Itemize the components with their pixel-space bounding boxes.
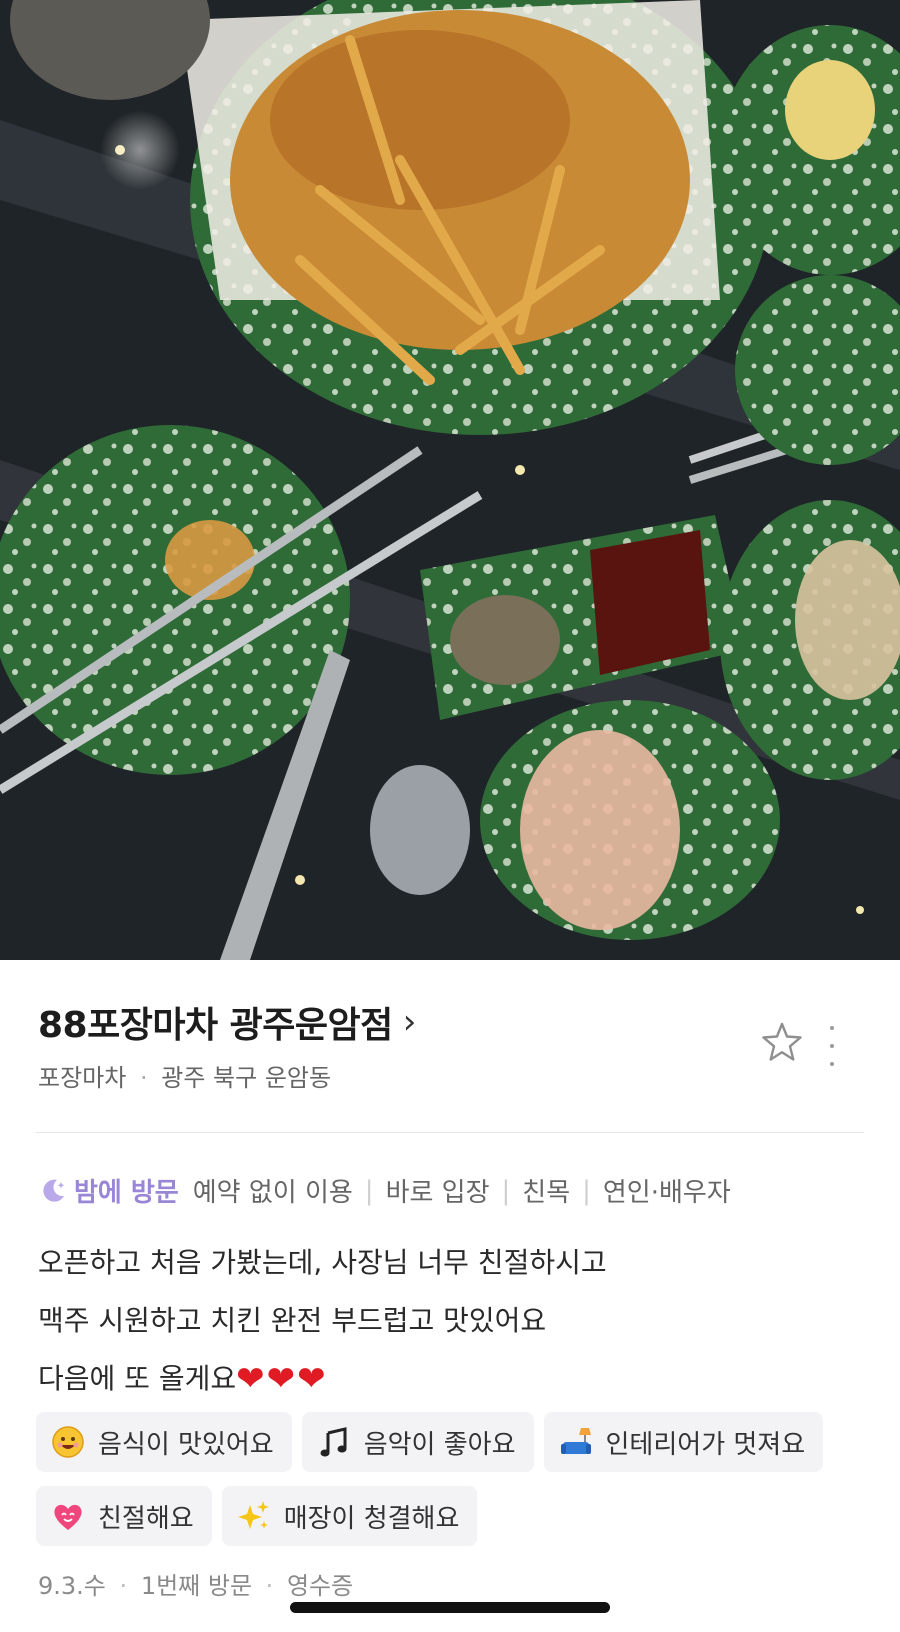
sparkles-icon	[236, 1498, 272, 1534]
review-line: 오픈하고 처음 가봤는데, 사장님 너무 친절하시고	[38, 1246, 607, 1279]
more-dot-icon	[830, 1062, 834, 1066]
keyword-chip: 음악이 좋아요	[301, 1412, 534, 1472]
visit-date: 9.3.수	[38, 1572, 106, 1600]
chevron-right-icon: ›	[402, 1002, 417, 1042]
visit-meta: 9.3.수 · 1번째 방문 · 영수증	[38, 1566, 353, 1601]
moon-icon	[43, 1179, 65, 1202]
visit-tag: 연인·배우자	[602, 1178, 731, 1208]
hearts-emoji: ❤❤❤	[236, 1359, 328, 1399]
music-note-icon	[316, 1424, 352, 1460]
heart-face-icon	[50, 1498, 86, 1534]
keyword-chip: 친절해요	[36, 1486, 212, 1546]
keyword-label: 친절해요	[98, 1503, 194, 1534]
place-title-link[interactable]: 88포장마차 광주운암점 ›	[38, 996, 416, 1048]
keyword-chip: 음식이 맛있어요	[36, 1412, 292, 1472]
place-name: 88포장마차 광주운암점	[38, 1005, 393, 1046]
star-icon	[762, 1022, 802, 1061]
keyword-label: 인테리어가 멋져요	[605, 1429, 806, 1460]
place-category: 포장마차	[38, 1064, 127, 1092]
keyword-chip: 매장이 청결해요	[221, 1486, 478, 1546]
more-dot-icon	[830, 1026, 834, 1030]
visit-tag: 바로 입장	[385, 1178, 490, 1208]
separator: ·	[139, 1064, 148, 1092]
tag-separator: |	[582, 1175, 591, 1206]
more-dot-icon	[830, 1044, 834, 1048]
tag-separator: |	[364, 1175, 374, 1206]
keyword-chips: 음식이 맛있어요 음악이 좋아요 인테리어가 멋져요 친절해요 매장이 청결해요	[36, 1412, 876, 1560]
review-photo[interactable]	[0, 0, 900, 960]
divider	[36, 1132, 864, 1133]
place-location: 광주 북구 운암동	[161, 1064, 332, 1092]
keyword-label: 음악이 좋아요	[363, 1429, 516, 1460]
proof-type: 영수증	[286, 1572, 354, 1600]
sofa-lamp-icon	[558, 1424, 594, 1460]
place-subtitle: 포장마차 · 광주 북구 운암동	[38, 1058, 331, 1093]
home-indicator[interactable]	[290, 1602, 610, 1613]
more-options-button[interactable]	[822, 1026, 842, 1066]
food-photo	[0, 0, 900, 960]
smiley-icon	[50, 1424, 86, 1460]
visit-tag: 친목	[522, 1178, 571, 1208]
review-text[interactable]: 오픈하고 처음 가봤는데, 사장님 너무 친절하시고 맥주 시원하고 치킨 완전…	[38, 1234, 607, 1408]
tag-separator: |	[501, 1175, 511, 1206]
separator: ·	[119, 1572, 128, 1600]
review-line: 다음에 또 올게요	[38, 1362, 237, 1395]
keyword-chip: 인테리어가 멋져요	[543, 1412, 824, 1472]
visit-count: 1번째 방문	[140, 1572, 253, 1600]
visit-tags: 밤에 방문 예약 없이 이용 | 바로 입장 | 친목 | 연인·배우자	[38, 1172, 731, 1209]
keyword-label: 음식이 맛있어요	[98, 1429, 274, 1460]
separator: ·	[265, 1572, 274, 1600]
review-line: 맥주 시원하고 치킨 완전 부드럽고 맛있어요	[38, 1304, 547, 1337]
visit-time: 밤에 방문	[74, 1178, 179, 1208]
favorite-button[interactable]	[760, 1020, 804, 1064]
visit-tag: 예약 없이 이용	[192, 1178, 353, 1208]
keyword-label: 매장이 청결해요	[283, 1503, 460, 1534]
